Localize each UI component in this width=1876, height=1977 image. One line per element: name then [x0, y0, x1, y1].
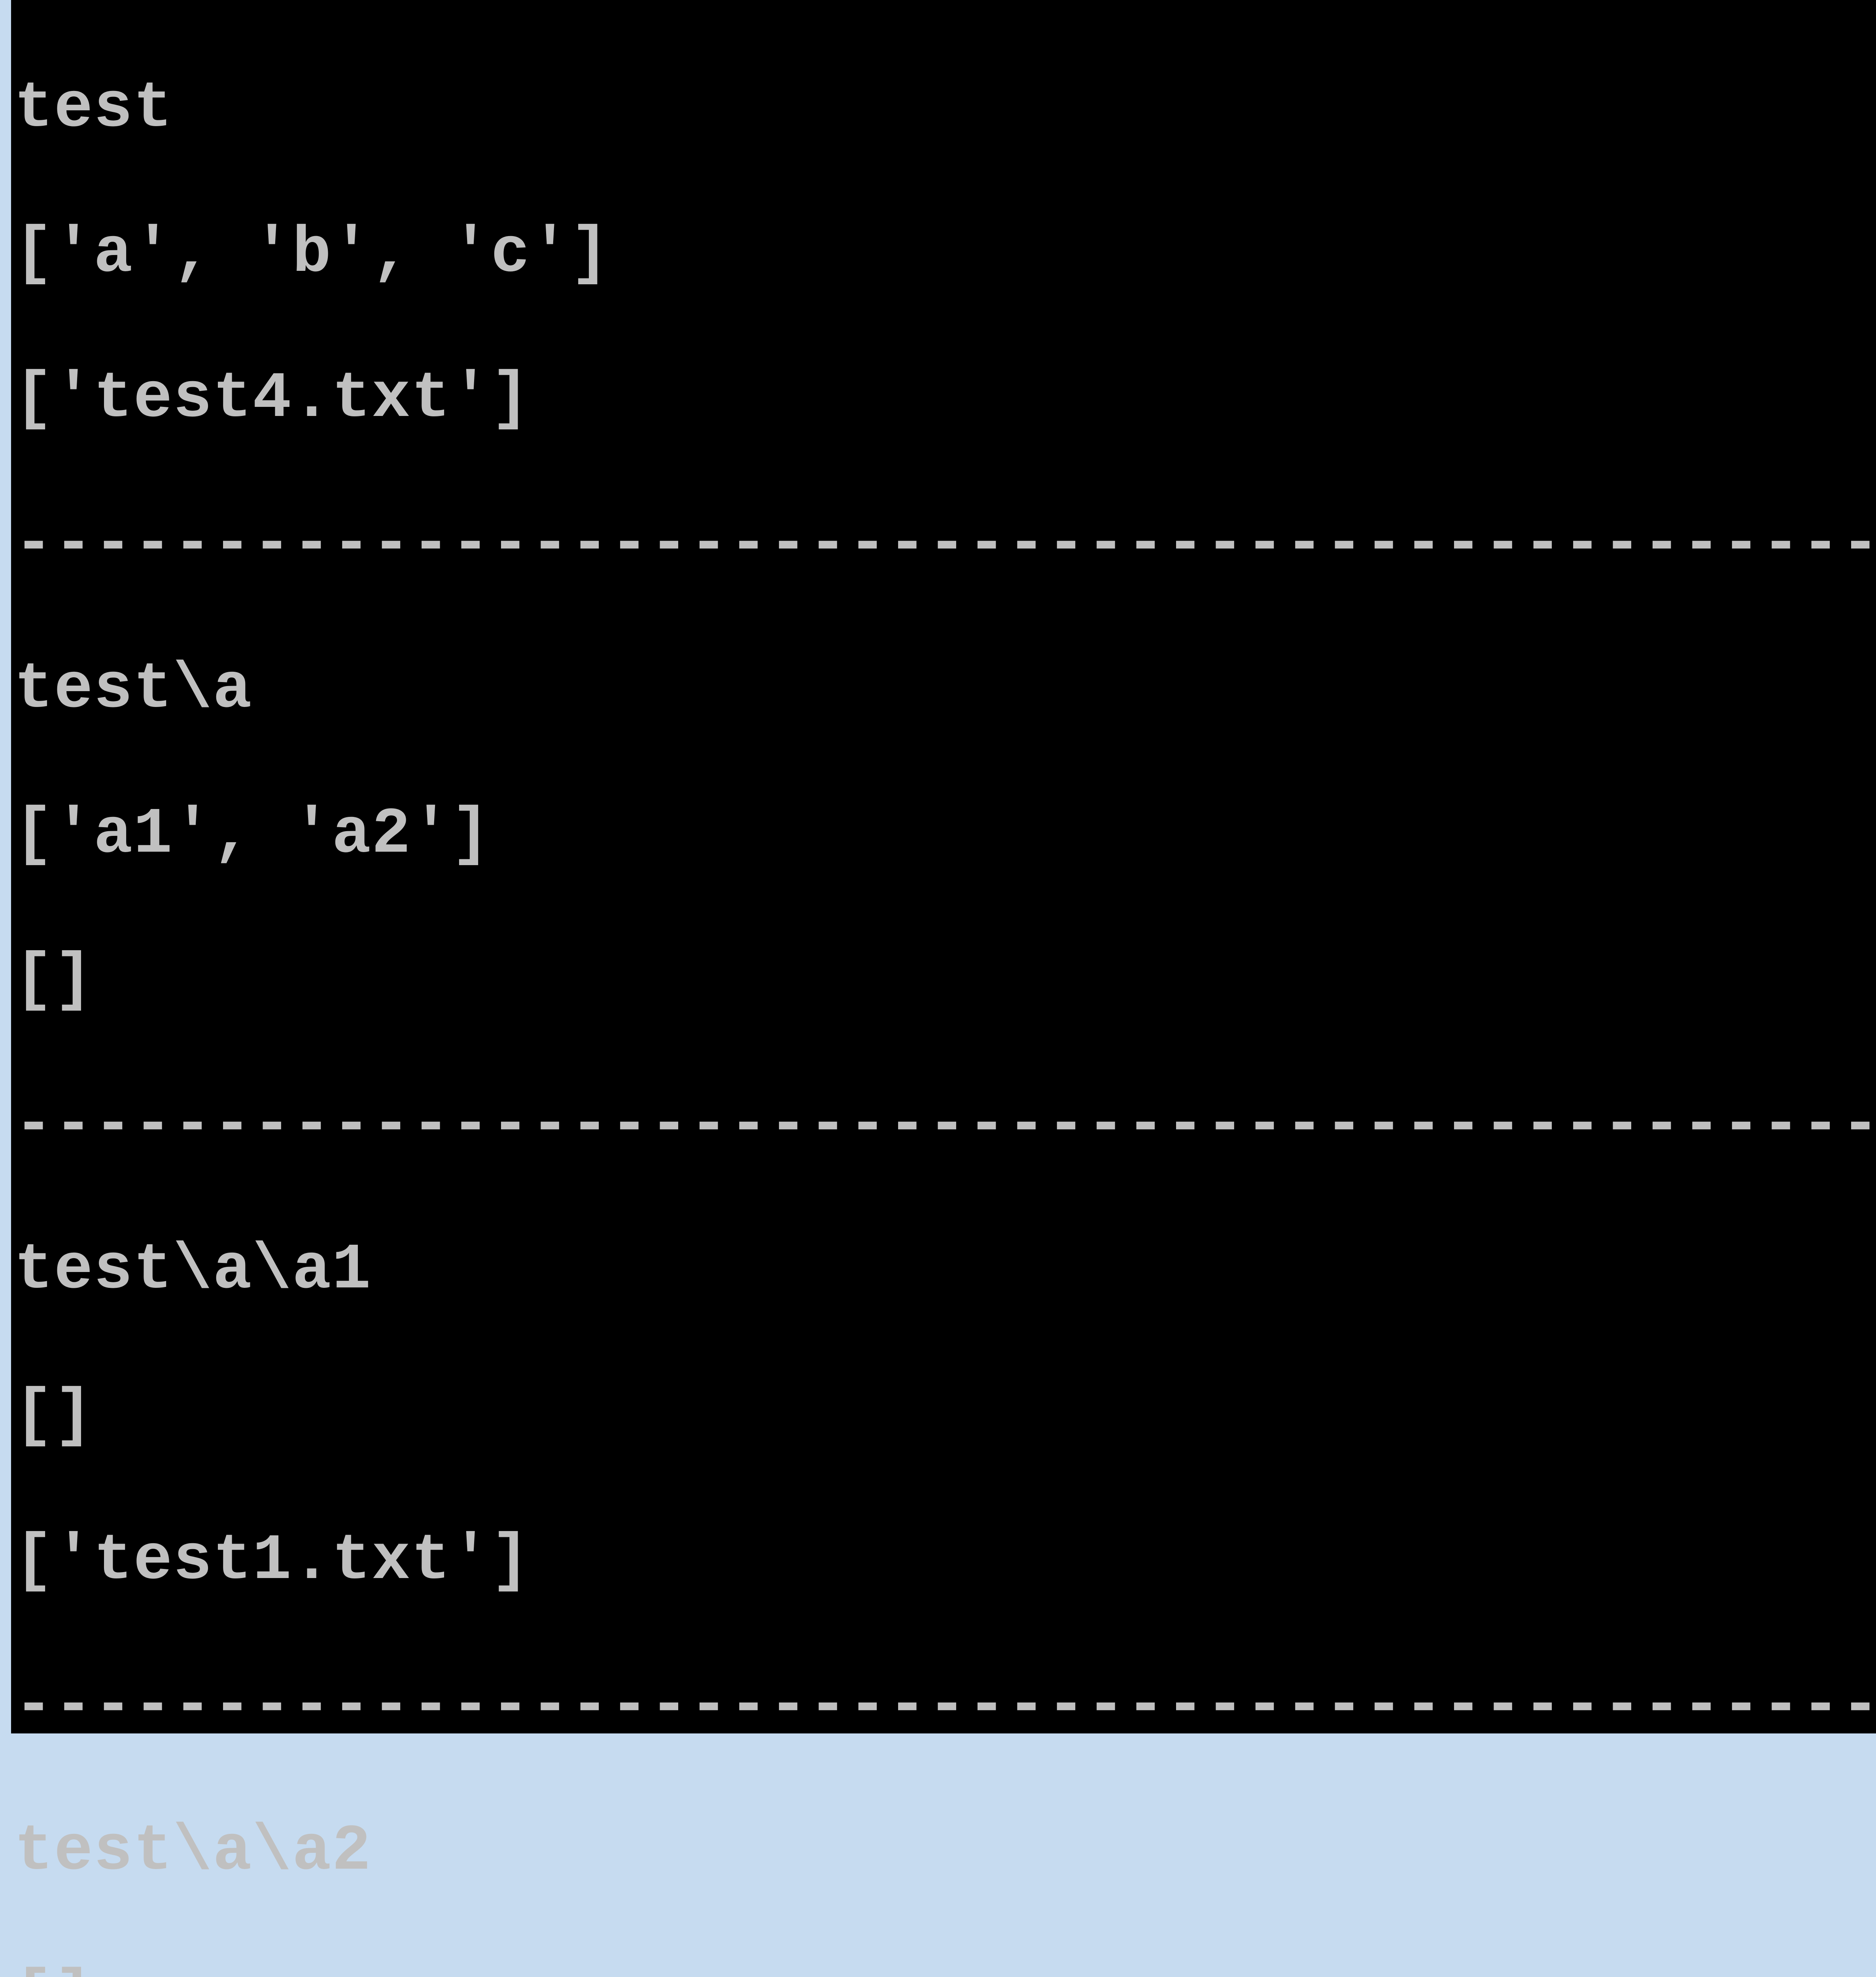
output-files: ['test1.txt']: [14, 1525, 1873, 1598]
output-dirs: []: [14, 1380, 1873, 1453]
output-path: test: [14, 73, 1873, 146]
output-dirs: ['a1', 'a2']: [14, 799, 1873, 871]
output-separator: ----------------------------------------…: [14, 508, 1873, 581]
output-dirs: ['a', 'b', 'c']: [14, 218, 1873, 291]
terminal-window[interactable]: test ['a', 'b', 'c'] ['test4.txt'] -----…: [11, 0, 1876, 1733]
output-files: ['test4.txt']: [14, 363, 1873, 436]
output-separator: ----------------------------------------…: [14, 1089, 1873, 1162]
output-path: test\a: [14, 654, 1873, 726]
output-separator: ----------------------------------------…: [14, 1670, 1873, 1743]
output-path: test\a\a1: [14, 1234, 1873, 1307]
output-files: []: [14, 944, 1873, 1017]
output-dirs: []: [14, 1961, 1873, 1977]
output-path: test\a\a2: [14, 1816, 1873, 1888]
